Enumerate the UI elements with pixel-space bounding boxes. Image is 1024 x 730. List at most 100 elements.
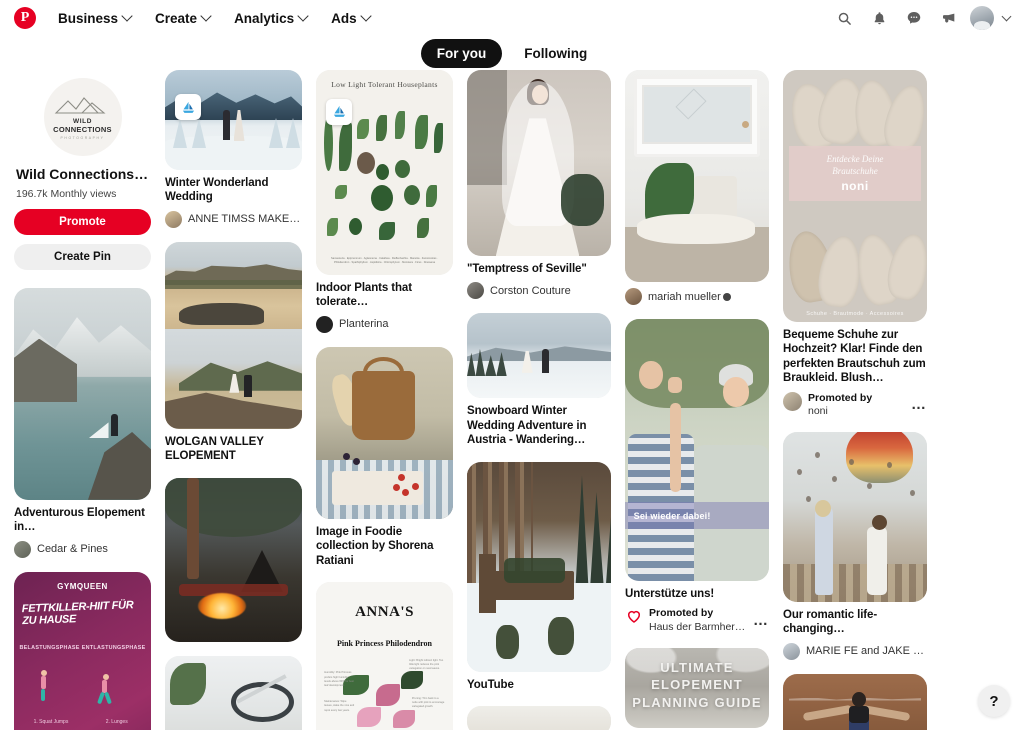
pin-image[interactable]: Entdecke Deine Brautschuhe noni Schuhe ·… (783, 70, 927, 322)
pin-image[interactable] (165, 655, 302, 730)
pin-card[interactable] (165, 241, 302, 329)
pin-image[interactable] (783, 431, 927, 602)
pin-author-name: Planterina (339, 318, 389, 331)
pin-author-name: ANNE TIMSS MAKEUP AN… (188, 213, 302, 226)
nav-item-create[interactable]: Create (143, 6, 222, 31)
pin-card[interactable] (467, 705, 611, 730)
pin-card[interactable]: ANNA'S Pink Princess Philodendron Humidi… (316, 581, 453, 730)
promoted-attribution[interactable]: Promoted by Haus der Barmherzig… … (625, 607, 769, 633)
account-chevron-down-icon[interactable] (1001, 11, 1012, 21)
pin-options-menu-icon[interactable]: … (753, 612, 769, 629)
pin-card[interactable]: Snowboard Winter Wedding Adventure in Au… (467, 313, 611, 447)
pinterest-logo-icon[interactable]: P (14, 7, 36, 29)
promoted-attribution[interactable]: Promoted by noni … (783, 391, 927, 418)
pin-title: Our romantic life-changing… (783, 608, 878, 636)
promote-button[interactable]: Promote (14, 208, 151, 235)
pin-overlay-footer: Schuhe · Brautmode · Accessoires (806, 310, 904, 317)
pin-card[interactable] (165, 477, 302, 642)
pin-image[interactable] (316, 346, 453, 519)
profile-card: WILD CONNECTIONS PHOTOGRAPHY Wild Connec… (14, 70, 151, 280)
profile-logo-line3: PHOTOGRAPHY (60, 135, 105, 140)
pin-image[interactable] (467, 705, 611, 730)
pin-title: Image in Foodie collection by Shorena Ra… (316, 525, 434, 567)
promoted-label: Promoted by (649, 607, 714, 620)
sailboat-icon (175, 94, 201, 120)
pin-image[interactable]: GYMQUEEN FETTKILLER-HIIT FÜR ZU HAUSE BE… (14, 571, 151, 730)
pin-image[interactable] (165, 328, 302, 429)
pin-overlay-line1: Entdecke Deine (826, 153, 884, 164)
pin-author[interactable]: Corston Couture (467, 282, 611, 300)
pin-author-name: mariah mueller (648, 291, 731, 303)
nav-item-ads[interactable]: Ads (319, 6, 382, 31)
pin-image[interactable] (467, 461, 611, 672)
chevron-down-icon (121, 10, 133, 22)
avatar (625, 288, 642, 305)
feed-column-4: "Temptress of Seville" Corston Couture S… (467, 70, 611, 730)
header-actions (830, 4, 1012, 32)
pin-title: Unterstütze uns! (625, 588, 715, 600)
avatar (783, 391, 802, 411)
pin-image[interactable]: Low Light Tolerant Houseplants Sansevier… (316, 70, 453, 275)
pin-author[interactable]: Cedar & Pines (14, 540, 151, 558)
pin-image[interactable]: ANNA'S Pink Princess Philodendron Humidi… (316, 581, 453, 730)
pin-card[interactable]: Adventurous Elopement in… Cedar & Pines (14, 287, 151, 558)
pin-card[interactable]: Our romantic life-changing… MARIE FE and… (783, 431, 927, 660)
nav-label: Analytics (234, 10, 295, 26)
pin-card[interactable] (165, 655, 302, 730)
pin-card[interactable]: mariah mueller (625, 70, 769, 305)
account-avatar[interactable] (970, 6, 994, 30)
pin-image[interactable] (165, 241, 302, 329)
pin-card-promoted[interactable]: Entdecke Deine Brautschuhe noni Schuhe ·… (783, 70, 927, 418)
pin-image[interactable] (14, 287, 151, 500)
pin-image[interactable]: Sei wieder dabei! (625, 319, 769, 581)
verified-badge-icon (722, 292, 731, 301)
pin-card[interactable] (783, 673, 927, 730)
chevron-down-icon (359, 10, 372, 22)
pin-title: Adventurous Elopement in… (14, 506, 145, 534)
pin-image[interactable]: ULTIMATE ELOPEMENT PLANNING GUIDE (625, 647, 769, 728)
pin-author[interactable]: MARIE FE and JAKE SNOW… (783, 642, 927, 660)
pin-image[interactable] (783, 673, 927, 730)
pin-card[interactable]: Winter Wonderland Wedding ANNE TIMSS MAK… (165, 70, 302, 228)
pin-card[interactable]: Low Light Tolerant Houseplants Sansevier… (316, 70, 453, 333)
pin-card[interactable]: Image in Foodie collection by Shorena Ra… (316, 346, 453, 568)
nav-label: Business (58, 10, 119, 26)
feed-tabs: For you Following (0, 36, 1024, 70)
nav-item-analytics[interactable]: Analytics (222, 6, 319, 31)
pin-overlay-col1: BELASTUNGSPHASE (19, 645, 80, 652)
pin-options-menu-icon[interactable]: … (911, 396, 927, 413)
promoted-label: Promoted by (808, 391, 873, 404)
messages-icon[interactable] (900, 4, 928, 32)
pin-card[interactable]: "Temptress of Seville" Corston Couture (467, 70, 611, 300)
help-button[interactable]: ? (978, 685, 1010, 717)
pin-title: YouTube (467, 678, 514, 691)
search-icon[interactable] (830, 4, 858, 32)
pin-author[interactable]: ANNE TIMSS MAKEUP AN… (165, 210, 302, 228)
pin-title: WOLGAN VALLEY ELOPEMENT (165, 435, 264, 463)
heart-icon (625, 607, 643, 630)
nav-label: Create (155, 10, 198, 26)
pin-image[interactable] (165, 477, 302, 642)
pin-card[interactable]: WOLGAN VALLEY ELOPEMENT (165, 328, 302, 464)
pin-image[interactable] (467, 70, 611, 256)
feed-column-5: mariah mueller Sei wieder dabei! Unterst… (625, 70, 769, 730)
nav-label: Ads (331, 10, 357, 26)
pin-image[interactable] (467, 313, 611, 399)
nav-item-business[interactable]: Business (46, 6, 143, 31)
pin-overlay-ex2: 2. Lunges (105, 719, 128, 726)
pin-author[interactable]: mariah mueller (625, 288, 769, 305)
tab-following[interactable]: Following (508, 39, 603, 68)
pin-card[interactable]: ULTIMATE ELOPEMENT PLANNING GUIDE (625, 647, 769, 728)
top-navigation-bar: P Business Create Analytics Ads (0, 0, 1024, 36)
announcements-megaphone-icon[interactable] (935, 4, 963, 32)
pin-image[interactable] (165, 70, 302, 170)
pin-card-promoted[interactable]: Sei wieder dabei! Unterstütze uns! Promo… (625, 319, 769, 634)
pin-card[interactable]: GYMQUEEN FETTKILLER-HIIT FÜR ZU HAUSE BE… (14, 571, 151, 730)
notifications-bell-icon[interactable] (865, 4, 893, 32)
tab-for-you[interactable]: For you (420, 38, 503, 68)
pin-overlay-brand: GYMQUEEN (57, 581, 108, 591)
pin-card[interactable]: YouTube (467, 461, 611, 692)
pin-image[interactable] (625, 70, 769, 282)
create-pin-button[interactable]: Create Pin (14, 243, 151, 270)
pin-author[interactable]: Planterina (316, 315, 453, 333)
